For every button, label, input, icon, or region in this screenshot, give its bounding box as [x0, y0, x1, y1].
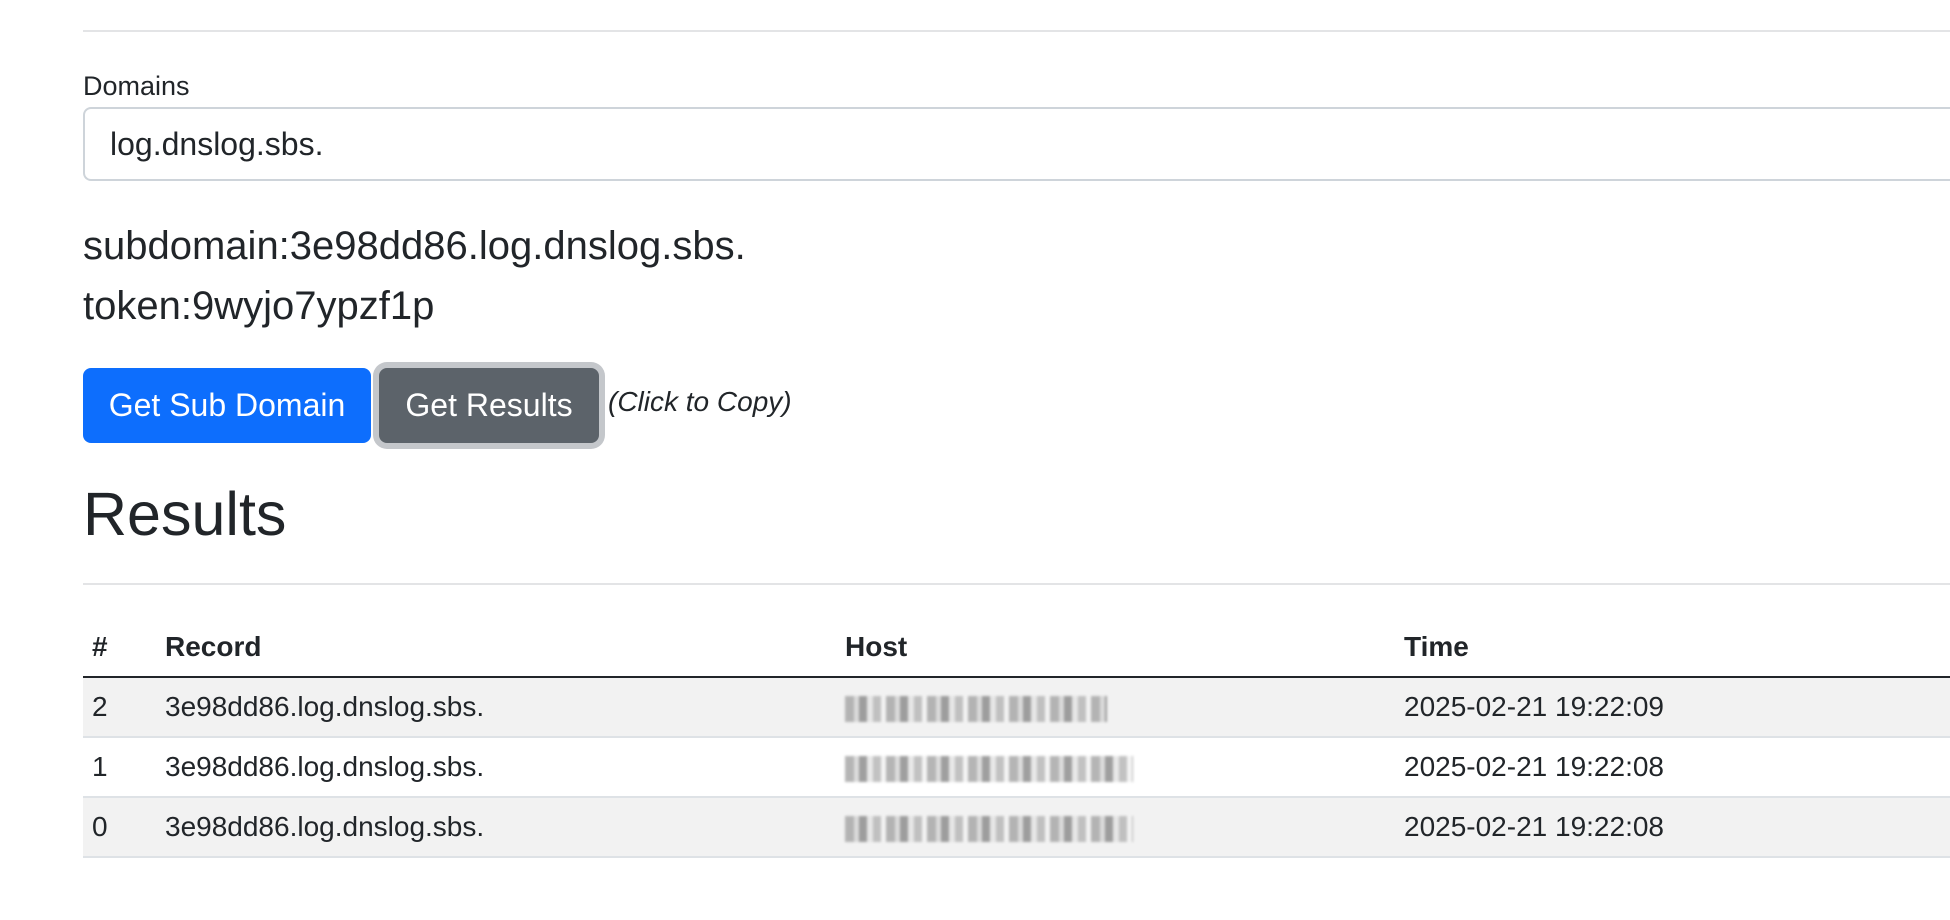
cell-host [836, 677, 1395, 738]
results-divider [83, 583, 1950, 585]
cell-record: 3e98dd86.log.dnslog.sbs. [156, 797, 836, 858]
get-results-button[interactable]: Get Results [379, 368, 599, 443]
copy-hint: (Click to Copy) [608, 386, 792, 417]
cell-host [836, 737, 1395, 798]
redacted-host [845, 695, 1107, 722]
domains-label: Domains [83, 71, 190, 101]
table-row: 2 3e98dd86.log.dnslog.sbs. 2025-02-21 19… [83, 677, 1950, 738]
redacted-host [845, 815, 1133, 842]
cell-record: 3e98dd86.log.dnslog.sbs. [156, 737, 836, 798]
table-row: 1 3e98dd86.log.dnslog.sbs. 2025-02-21 19… [83, 737, 1950, 798]
cell-time: 2025-02-21 19:22:09 [1395, 677, 1950, 738]
cell-time: 2025-02-21 19:22:08 [1395, 797, 1950, 858]
redacted-host [845, 755, 1133, 782]
subdomain-text[interactable]: subdomain:3e98dd86.log.dnslog.sbs. [83, 222, 746, 270]
page: Domains subdomain:3e98dd86.log.dnslog.sb… [0, 0, 1950, 920]
column-header-record: Record [156, 618, 836, 678]
cell-record: 3e98dd86.log.dnslog.sbs. [156, 677, 836, 738]
results-table: # Record Host Time 2 3e98dd86.log.dnslog… [83, 618, 1950, 858]
cell-time: 2025-02-21 19:22:08 [1395, 737, 1950, 798]
column-header-time: Time [1395, 618, 1950, 678]
get-sub-domain-button[interactable]: Get Sub Domain [83, 368, 371, 443]
top-divider [83, 30, 1950, 32]
results-table-header: # Record Host Time [83, 618, 1950, 678]
table-row: 0 3e98dd86.log.dnslog.sbs. 2025-02-21 19… [83, 797, 1950, 858]
cell-num: 2 [83, 677, 156, 738]
column-header-host: Host [836, 618, 1395, 678]
token-text[interactable]: token:9wyjo7ypzf1p [83, 282, 434, 330]
results-table-body: 2 3e98dd86.log.dnslog.sbs. 2025-02-21 19… [83, 677, 1950, 858]
cell-num: 1 [83, 737, 156, 798]
domains-input[interactable] [83, 107, 1950, 181]
header-row: # Record Host Time [83, 618, 1950, 678]
cell-num: 0 [83, 797, 156, 858]
cell-host [836, 797, 1395, 858]
results-heading: Results [83, 480, 287, 548]
column-header-num: # [83, 618, 156, 678]
